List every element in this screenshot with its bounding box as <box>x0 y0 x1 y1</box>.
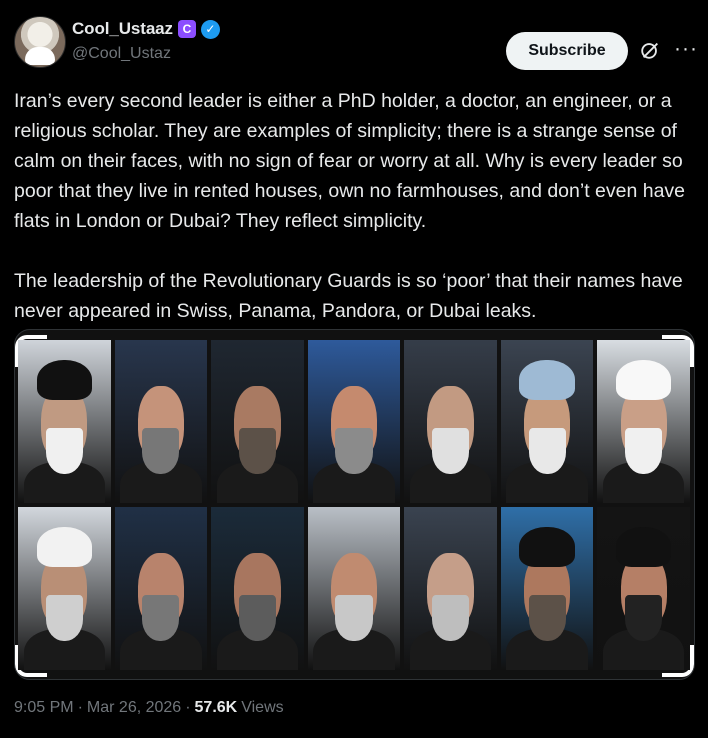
portrait-turban <box>36 526 93 568</box>
affiliate-badge-icon[interactable]: C <box>177 20 196 38</box>
portrait-photo <box>114 507 208 670</box>
author-handle[interactable]: @Cool_Ustaz <box>72 45 171 63</box>
portrait-photo <box>211 507 304 670</box>
portrait-beard <box>625 428 663 474</box>
subscribe-button[interactable]: Subscribe <box>506 32 628 70</box>
portrait-photo <box>18 507 111 670</box>
author-display-name[interactable]: Cool_Ustaaz <box>72 19 173 39</box>
portrait-photo <box>114 340 208 503</box>
portrait-turban <box>519 526 575 568</box>
portrait-turban <box>615 359 672 401</box>
portrait-grid <box>18 340 690 670</box>
meta-separator: · <box>77 699 83 716</box>
verified-check-icon[interactable]: ✓ <box>200 19 220 39</box>
grok-slash-circle-icon[interactable] <box>639 39 661 61</box>
portrait-photo <box>500 507 594 670</box>
views-count[interactable]: 57.6K <box>195 699 238 717</box>
portrait-beard <box>432 595 470 641</box>
portrait-beard <box>45 595 83 641</box>
tweet-media-image[interactable] <box>14 329 695 680</box>
tweet-date[interactable]: Mar 26, 2026 <box>87 699 181 717</box>
portrait-turban <box>519 359 575 401</box>
portrait-photo <box>597 340 690 503</box>
meta-separator: · <box>185 699 191 716</box>
portrait-turban <box>36 359 93 401</box>
portrait-photo <box>18 340 111 503</box>
portrait-beard <box>238 595 276 641</box>
portrait-photo <box>404 507 497 670</box>
portrait-photo <box>500 340 594 503</box>
author-avatar[interactable] <box>14 16 66 68</box>
portrait-beard <box>528 428 566 474</box>
tweet-meta: 9:05 PM · Mar 26, 2026 · 57.6K Views <box>14 699 284 717</box>
portrait-photo <box>404 340 497 503</box>
portrait-beard <box>238 428 276 474</box>
more-dots-icon[interactable]: ··· <box>673 36 699 62</box>
portrait-photo <box>307 507 401 670</box>
portrait-beard <box>625 595 663 641</box>
portrait-beard <box>335 595 373 641</box>
portrait-beard <box>45 428 83 474</box>
portrait-beard <box>528 595 566 641</box>
views-label: Views <box>241 699 284 716</box>
portrait-photo <box>597 507 690 670</box>
portrait-beard <box>142 428 180 474</box>
tweet-text: Iran’s every second leader is either a P… <box>14 90 686 322</box>
tweet-header: Cool_Ustaaz C ✓ @Cool_Ustaz Subscribe ··… <box>14 14 697 70</box>
portrait-beard <box>432 428 470 474</box>
tweet-time[interactable]: 9:05 PM <box>14 699 74 717</box>
portrait-beard <box>142 595 180 641</box>
portrait-photo <box>307 340 401 503</box>
portrait-photo <box>211 340 304 503</box>
author-name-row: Cool_Ustaaz C ✓ <box>72 18 220 40</box>
portrait-turban <box>615 526 672 568</box>
portrait-beard <box>335 428 373 474</box>
